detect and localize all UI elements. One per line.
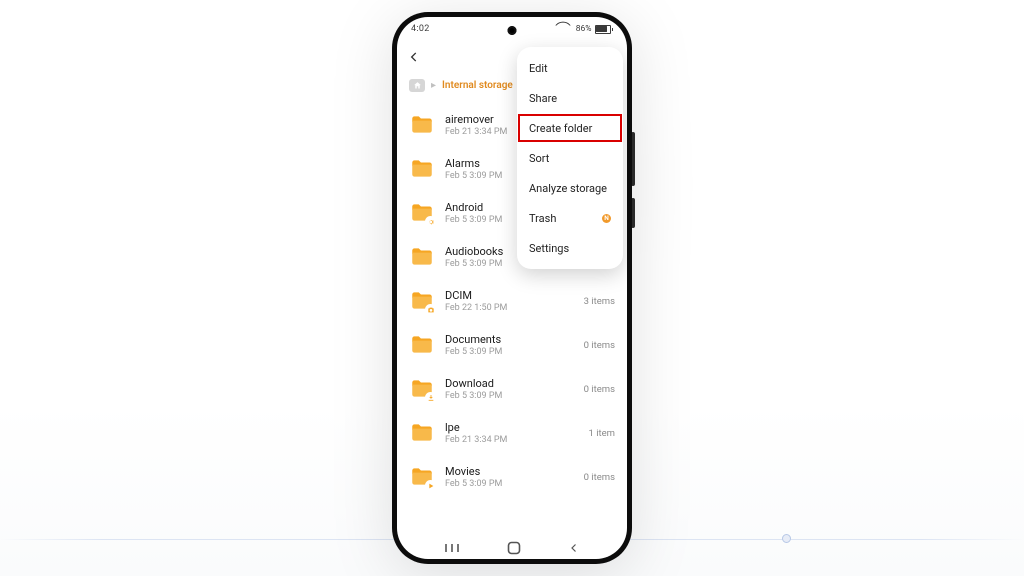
folder-icon — [409, 156, 435, 182]
back-icon[interactable] — [405, 48, 423, 66]
list-item[interactable]: DCIMFeb 22 1:50 PM 3 items — [397, 279, 627, 323]
battery-icon — [595, 25, 614, 34]
item-count: 3 items — [584, 296, 615, 307]
folder-name: Documents — [445, 333, 578, 346]
folder-name: Download — [445, 377, 578, 390]
folder-name: DCIM — [445, 289, 578, 302]
menu-edit[interactable]: Edit — [517, 53, 623, 83]
folder-date: Feb 5 3:09 PM — [445, 347, 578, 357]
list-item[interactable]: MoviesFeb 5 3:09 PM 0 items — [397, 455, 627, 499]
status-bar: 4:02 86% — [397, 17, 627, 41]
menu-trash[interactable]: Trash N — [517, 203, 623, 233]
folder-icon — [409, 332, 435, 358]
menu-analyze-storage[interactable]: Analyze storage — [517, 173, 623, 203]
menu-sort[interactable]: Sort — [517, 143, 623, 173]
folder-date: Feb 22 1:50 PM — [445, 303, 578, 313]
list-item[interactable]: DownloadFeb 5 3:09 PM 0 items — [397, 367, 627, 411]
folder-icon — [409, 288, 435, 314]
recents-icon[interactable] — [444, 542, 460, 554]
list-item[interactable]: DocumentsFeb 5 3:09 PM 0 items — [397, 323, 627, 367]
play-badge-icon — [425, 480, 436, 491]
menu-trash-label: Trash — [529, 212, 556, 225]
folder-date: Feb 5 3:09 PM — [445, 391, 578, 401]
list-item[interactable]: lpeFeb 21 3:34 PM 1 item — [397, 411, 627, 455]
menu-create-folder[interactable]: Create folder — [517, 113, 623, 143]
folder-icon — [409, 376, 435, 402]
folder-icon — [409, 112, 435, 138]
item-count: 0 items — [584, 384, 615, 395]
folder-date: Feb 21 3:34 PM — [445, 435, 583, 445]
item-count: 0 items — [584, 340, 615, 351]
chevron-right-icon: ▸ — [431, 80, 436, 91]
trash-badge: N — [602, 214, 611, 223]
home-nav-icon[interactable] — [507, 541, 521, 555]
folder-name: Movies — [445, 465, 578, 478]
home-icon[interactable] — [409, 79, 425, 92]
folder-icon — [409, 244, 435, 270]
menu-settings[interactable]: Settings — [517, 233, 623, 263]
folder-icon — [409, 420, 435, 446]
decorative-dot — [782, 534, 791, 543]
item-count: 1 item — [589, 428, 615, 439]
screen: 4:02 86% — [397, 17, 627, 559]
wifi-icon — [563, 25, 573, 33]
back-nav-icon[interactable] — [568, 542, 580, 554]
battery-pct: 86% — [576, 24, 592, 34]
phone-mockup: 4:02 86% — [392, 12, 632, 564]
android-nav-bar — [397, 537, 627, 559]
folder-name: lpe — [445, 421, 583, 434]
folder-date: Feb 5 3:09 PM — [445, 479, 578, 489]
item-count: 0 items — [584, 472, 615, 483]
folder-icon — [409, 200, 435, 226]
download-badge-icon — [425, 392, 436, 403]
gear-badge-icon — [425, 216, 436, 227]
camera-badge-icon — [425, 304, 436, 315]
menu-share[interactable]: Share — [517, 83, 623, 113]
breadcrumb-current: Internal storage — [442, 80, 513, 91]
status-time: 4:02 — [411, 24, 430, 34]
overflow-menu: Edit Share Create folder Sort Analyze st… — [517, 47, 623, 269]
phone-frame: 4:02 86% — [392, 12, 632, 564]
folder-icon — [409, 464, 435, 490]
